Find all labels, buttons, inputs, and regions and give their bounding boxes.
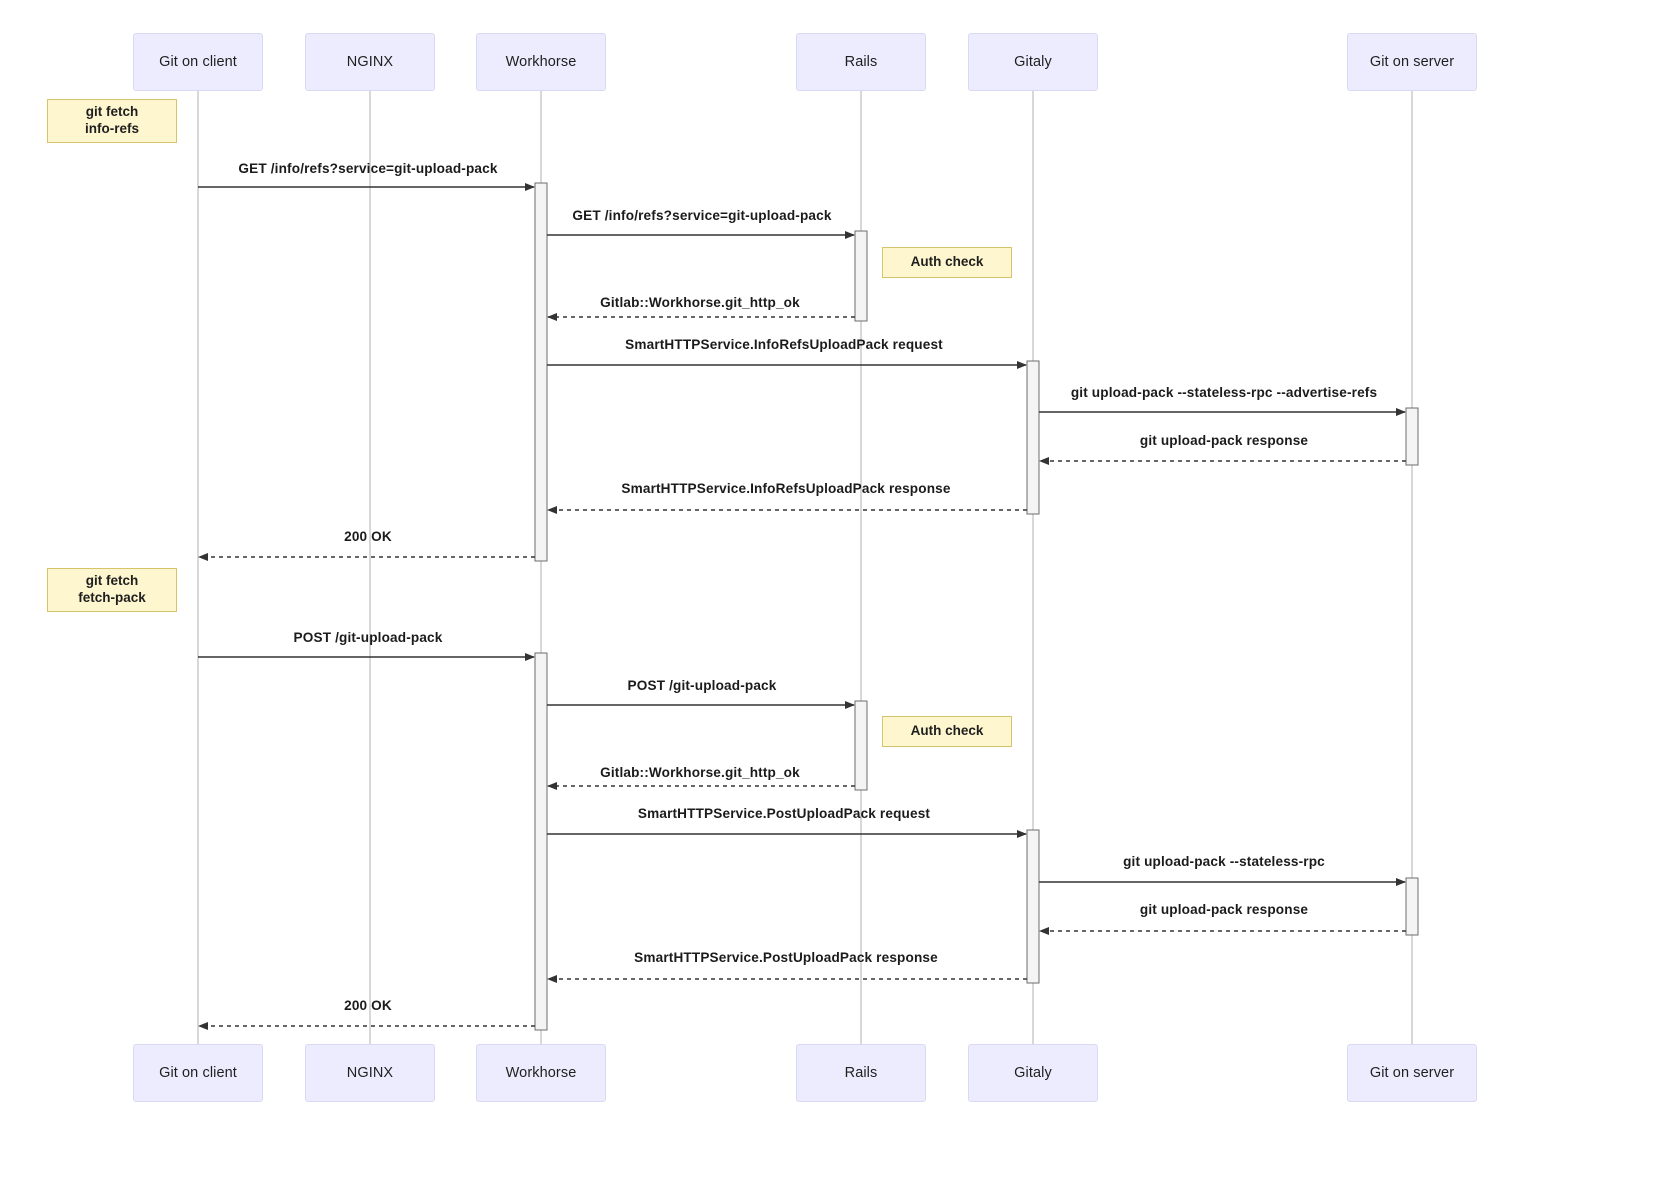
participant-label: Rails (844, 1065, 878, 1081)
participant-server-bottom[interactable]: Git on server (1347, 1044, 1477, 1102)
message-arrows-group (198, 183, 1406, 1030)
message-label-m15: SmartHTTPService.PostUploadPack response (634, 950, 938, 965)
note-text-line: git fetch (85, 104, 139, 120)
note-text: git fetch info-refs (85, 104, 139, 138)
message-label-m4: SmartHTTPService.InfoRefsUploadPack requ… (625, 337, 943, 352)
message-label-m1: GET /info/refs?service=git-upload-pack (238, 161, 498, 176)
note-auth-check-1: Auth check (882, 247, 1012, 278)
participant-label: Workhorse (505, 1065, 577, 1081)
message-label-m3: Gitlab::Workhorse.git_http_ok (600, 295, 800, 310)
message-label-m10: POST /git-upload-pack (627, 678, 777, 693)
participant-rails-bottom[interactable]: Rails (796, 1044, 926, 1102)
act-gitaly-1 (1026, 360, 1040, 515)
act-server-2 (1405, 877, 1419, 936)
note-auth-check-2: Auth check (882, 716, 1012, 747)
message-label-m5: git upload-pack --stateless-rpc --advert… (1070, 385, 1378, 400)
note-text: git fetch fetch-pack (78, 573, 146, 607)
note-text-line: fetch-pack (78, 590, 146, 605)
participant-nginx-top[interactable]: NGINX (305, 33, 435, 91)
participant-gitaly-bottom[interactable]: Gitaly (968, 1044, 1098, 1102)
message-label-m16: 200 OK (344, 998, 392, 1013)
participant-gitaly-top[interactable]: Gitaly (968, 33, 1098, 91)
participant-workhorse-bottom[interactable]: Workhorse (476, 1044, 606, 1102)
message-label-m9: POST /git-upload-pack (293, 630, 443, 645)
participant-label: Git on server (1369, 1065, 1455, 1081)
act-server-1 (1405, 407, 1419, 466)
participant-label: Workhorse (505, 54, 577, 70)
act-workhorse-2 (534, 652, 548, 1031)
message-label-m8: 200 OK (344, 529, 392, 544)
note-text-line: Auth check (910, 723, 984, 739)
message-label-m11: Gitlab::Workhorse.git_http_ok (600, 765, 800, 780)
message-label-m12: SmartHTTPService.PostUploadPack request (637, 806, 931, 821)
diagram-vector-layer (197, 91, 1419, 1044)
act-workhorse-1 (534, 182, 548, 562)
participant-label: NGINX (346, 1065, 394, 1081)
sequence-diagram-canvas: Git on client NGINX Workhorse Rails Gitaly Gi… (0, 0, 1656, 1192)
message-label-m2: GET /info/refs?service=git-upload-pack (572, 208, 832, 223)
participant-nginx-bottom[interactable]: NGINX (305, 1044, 435, 1102)
note-text-line: Auth check (910, 254, 984, 270)
participant-label: NGINX (346, 54, 394, 70)
message-label-m7: SmartHTTPService.InfoRefsUploadPack resp… (621, 481, 951, 496)
note-text-line: info-refs (85, 121, 139, 136)
participant-label: Git on client (159, 54, 237, 70)
act-rails-1 (854, 230, 868, 322)
message-label-m14: git upload-pack response (1139, 902, 1309, 917)
message-label-m13: git upload-pack --stateless-rpc (1123, 854, 1325, 869)
participant-workhorse-top[interactable]: Workhorse (476, 33, 606, 91)
participant-server-top[interactable]: Git on server (1347, 33, 1477, 91)
act-gitaly-2 (1026, 829, 1040, 984)
note-git-fetch-info-refs: git fetch info-refs (47, 99, 177, 143)
participant-label: Gitaly (1014, 1065, 1052, 1081)
message-label-m6: git upload-pack response (1139, 433, 1309, 448)
participant-client-bottom[interactable]: Git on client (133, 1044, 263, 1102)
act-rails-2 (854, 700, 868, 791)
note-text: Auth check (911, 254, 984, 271)
participant-label: Git on client (159, 1065, 237, 1081)
note-text-line: git fetch (85, 573, 139, 589)
participant-label: Git on server (1369, 54, 1455, 70)
note-text: Auth check (911, 723, 984, 740)
participant-label: Rails (844, 54, 878, 70)
participant-label: Gitaly (1014, 54, 1052, 70)
note-git-fetch-fetch-pack: git fetch fetch-pack (47, 568, 177, 612)
participant-client-top[interactable]: Git on client (133, 33, 263, 91)
participant-rails-top[interactable]: Rails (796, 33, 926, 91)
